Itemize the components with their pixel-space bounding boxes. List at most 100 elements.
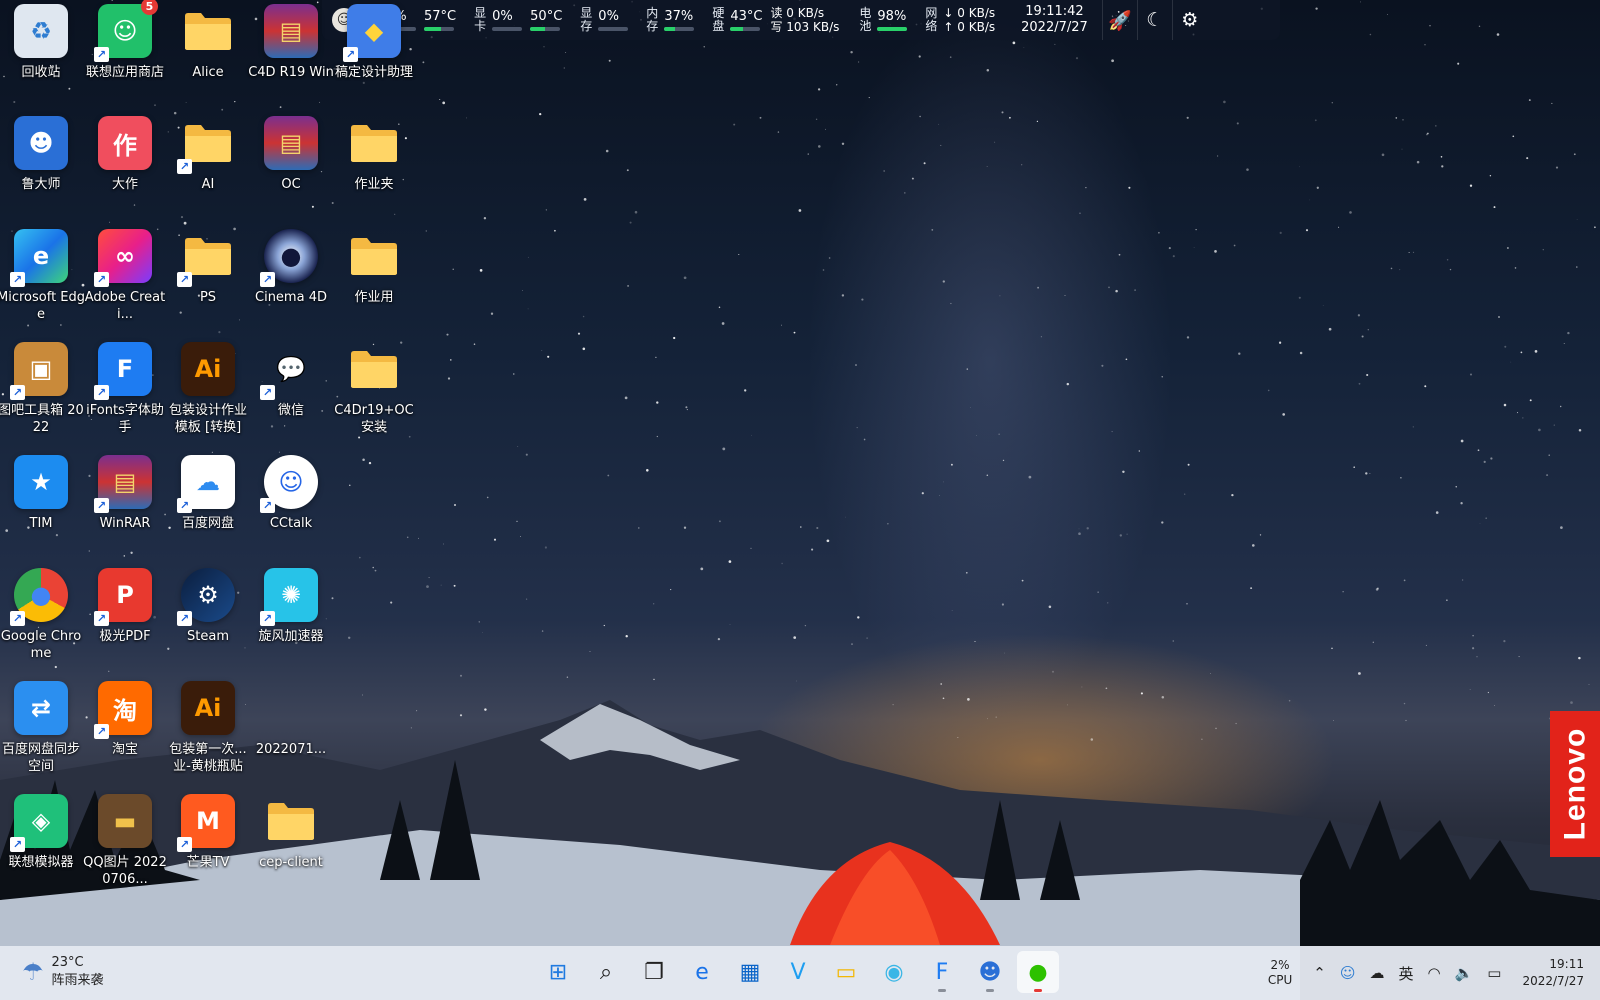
desktop-shortcut-label: 鲁大师 <box>21 177 61 192</box>
rain-cloud-icon: ☂ <box>22 958 44 986</box>
desktop-shortcut[interactable]: ▤ C4D R19 Win <box>248 4 334 81</box>
task-view-button[interactable]: ❐ <box>633 951 675 993</box>
icon-glyph: Ai <box>194 355 222 383</box>
taskbar-clock[interactable]: 19:11 2022/7/27 <box>1522 956 1584 990</box>
volume-icon[interactable]: 🔈 <box>1455 964 1474 982</box>
ludashi-taskbar-button[interactable]: ☻ <box>969 951 1011 993</box>
desktop-shortcut[interactable]: ◆ ↗ 稿定设计助理 <box>333 4 415 81</box>
desktop-shortcut[interactable]: Ai 包装第一次...业-黄桃瓶贴 <box>167 681 249 775</box>
weather-widget[interactable]: ☂ 23°C 阵雨来袭 <box>22 954 104 990</box>
desktop-shortcut[interactable]: 2022071... <box>250 681 332 758</box>
desktop-shortcut[interactable]: ⇄ 百度网盘同步空间 <box>0 681 82 775</box>
folder-icon <box>181 4 235 58</box>
battery-icon[interactable]: ▭ <box>1487 964 1501 982</box>
ime-indicator[interactable]: 英 <box>1398 963 1413 984</box>
desktop-shortcut[interactable]: ↗ AI <box>167 116 249 193</box>
desktop-shortcut[interactable]: ♻ 回收站 <box>0 4 82 81</box>
desktop-shortcut[interactable]: cep-client <box>250 794 332 871</box>
desktop-shortcut[interactable]: Alice <box>167 4 249 81</box>
icon-glyph: 💬 <box>276 355 306 383</box>
desktop-shortcut[interactable]: ✺ ↗ 旋风加速器 <box>250 568 332 645</box>
running-indicator <box>1034 989 1042 992</box>
mem-label-2: 存 <box>646 19 659 33</box>
desktop-shortcut[interactable]: ▤ ↗ WinRAR <box>84 455 166 532</box>
desktop-shortcut[interactable]: 💬 ↗ 微信 <box>250 342 332 419</box>
desktop-shortcut[interactable]: ● ↗ Google Chrome <box>0 568 82 662</box>
vram-label-2: 存 <box>580 19 593 33</box>
lenovo-brand-tab[interactable]: Lenovo <box>1550 711 1600 857</box>
start-button[interactable]: ⊞ <box>537 951 579 993</box>
desktop-shortcut-label: 稿定设计助理 <box>334 65 413 80</box>
moon-icon[interactable]: ☾ <box>1136 0 1172 40</box>
desktop-shortcut[interactable]: P ↗ 极光PDF <box>84 568 166 645</box>
desktop-shortcut-label: 作业用 <box>354 290 394 305</box>
battery-monitor: 电池 98% <box>859 7 915 33</box>
desktop-shortcut[interactable]: ↗ PS <box>167 229 249 306</box>
desktop-shortcut[interactable]: 淘 ↗ 淘宝 <box>84 681 166 758</box>
ludashi-icon: ☻ <box>14 116 68 170</box>
onedrive-cloud-icon[interactable]: ☁ <box>1369 964 1384 982</box>
desktop-shortcut[interactable]: 作业夹 <box>333 116 415 193</box>
desktop-shortcut[interactable]: 作大作 <box>84 116 166 193</box>
folder-icon <box>347 342 401 396</box>
desktop-shortcut[interactable]: ◈ ↗ 联想模拟器 <box>0 794 82 871</box>
desktop-shortcut[interactable]: F ↗ iFonts字体助手 <box>84 342 166 436</box>
rocket-icon[interactable]: 🚀 <box>1101 0 1137 40</box>
icon-glyph: ⚙ <box>197 581 219 609</box>
desktop-shortcut[interactable]: ▤ OC <box>250 116 332 193</box>
disk-write: 写 103 KB/s <box>770 20 840 34</box>
desktop-shortcut[interactable]: ★ TIM <box>0 455 82 532</box>
desktop-shortcut-label: 联想模拟器 <box>8 855 74 870</box>
vega-taskbar-icon: V <box>790 959 806 985</box>
icon-glyph: ☻ <box>28 129 54 157</box>
disk-monitor: 硬盘 43°C 读 0 KB/s 写 103 KB/s <box>712 6 849 34</box>
desktop-shortcut[interactable]: ▣ ↗ 图吧工具箱 2022 <box>0 342 84 436</box>
store-taskbar-button[interactable]: ▦ <box>729 951 771 993</box>
gpu-label-2: 卡 <box>474 19 487 33</box>
ifonts-taskbar-button[interactable]: F <box>921 951 963 993</box>
desktop-shortcut[interactable]: M ↗ 芒果TV <box>167 794 249 871</box>
edge-taskbar-button[interactable]: e <box>681 951 723 993</box>
desktop-shortcut[interactable]: ☺ ↗ 5 联想应用商店 <box>84 0 166 81</box>
network-monitor: 网络 ↓ 0 KB/s ↑ 0 KB/s <box>925 6 1005 34</box>
desktop-shortcut[interactable]: ☺ ↗ CCtalk <box>250 455 332 532</box>
vram-load: 0% <box>598 9 619 24</box>
gaoding-design-icon: ◆ ↗ <box>343 4 401 62</box>
jiguang-pdf-icon: P ↗ <box>94 568 152 626</box>
desktop-shortcut[interactable]: e ↗ Microsoft Edge <box>0 229 85 323</box>
desktop-shortcut[interactable]: ∞ ↗ Adobe Creati... <box>84 229 166 323</box>
folder-icon: ↗ <box>177 116 235 174</box>
disk-read: 读 0 KB/s <box>770 6 825 20</box>
settings-icon[interactable]: ⚙ <box>1171 0 1207 40</box>
desktop-shortcut[interactable]: ● ↗ Cinema 4D <box>250 229 332 306</box>
icon-glyph: ▤ <box>279 17 303 45</box>
icon-glyph: ◈ <box>31 807 51 835</box>
desktop-shortcut[interactable]: ☻ 鲁大师 <box>0 116 82 193</box>
cpu-indicator-label: CPU <box>1267 973 1293 987</box>
cinema4d-icon: ● ↗ <box>260 229 318 287</box>
desktop-shortcut-label: 淘宝 <box>111 742 138 757</box>
desktop-shortcut[interactable]: C4Dr19+OC安装 <box>333 342 415 436</box>
file-explorer-taskbar-button[interactable]: ▭ <box>825 951 867 993</box>
desktop-shortcut[interactable]: ⚙ ↗ Steam <box>167 568 249 645</box>
disk-label-2: 盘 <box>712 19 725 33</box>
vega-taskbar-button[interactable]: V <box>777 951 819 993</box>
desktop-shortcut[interactable]: ▬ QQ图片 20220706... <box>83 794 167 888</box>
desktop-shortcut[interactable]: Ai 包装设计作业模板 [转换] <box>167 342 249 436</box>
wifi-icon[interactable]: ◠ <box>1428 964 1441 982</box>
search-button[interactable]: ⌕ <box>585 951 627 993</box>
assistant-icon[interactable]: ☺ <box>1340 964 1356 982</box>
app-eye-taskbar-button[interactable]: ◉ <box>873 951 915 993</box>
chevron-up-icon[interactable]: ⌃ <box>1313 964 1326 982</box>
shortcut-arrow-icon: ↗ <box>94 47 109 62</box>
wechat-taskbar-button[interactable]: ● <box>1017 951 1059 993</box>
cpu-indicator[interactable]: 2% CPU <box>1268 958 1292 988</box>
desktop-shortcut[interactable]: 作业用 <box>333 229 415 306</box>
desktop-shortcut-label: AI <box>201 177 215 192</box>
shortcut-arrow-icon: ↗ <box>177 611 192 626</box>
widget-clock: 19:11:42 2022/7/27 <box>1021 4 1088 36</box>
search-icon: ⌕ <box>599 959 613 985</box>
desktop-shortcut[interactable]: ☁ ↗ 百度网盘 <box>167 455 249 532</box>
taskbar: ☂ 23°C 阵雨来袭 ⊞ ⌕ ❐ e ▦ V ▭ ◉ F ☻ ● 2% CPU ⌃ ☺ ☁ 英 ◠… <box>0 946 1600 1000</box>
cpu-temp-bar <box>424 27 455 31</box>
